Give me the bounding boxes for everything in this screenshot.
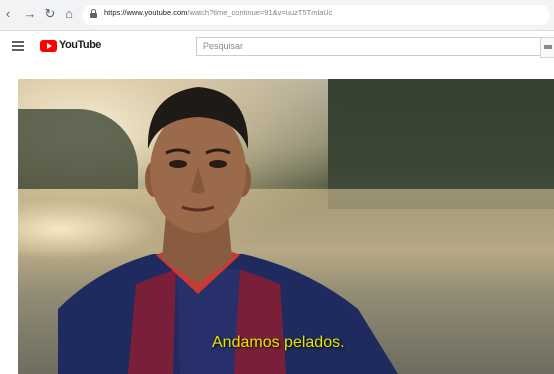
video-player[interactable]: Andamos pelados. [18,79,554,374]
video-subtitle: Andamos pelados. [212,334,345,351]
youtube-play-icon [40,40,57,52]
search-input[interactable]: Pesquisar [196,37,542,56]
home-icon[interactable]: ⌂ [61,6,77,22]
search-placeholder: Pesquisar [203,41,244,51]
back-arrow-icon[interactable]: ‹ [0,6,16,22]
hamburger-menu-icon[interactable] [12,41,24,51]
lock-icon [90,9,97,18]
forward-arrow-icon[interactable]: → [22,6,38,22]
youtube-logo-text: YouTube [59,39,101,51]
url-host: https://www.youtube.com [104,8,188,17]
browser-toolbar: ‹ → ↻ ⌂ https://www.youtube.com/watch?ti… [0,0,554,31]
address-bar[interactable]: https://www.youtube.com/watch?time_conti… [82,5,550,25]
reload-icon[interactable]: ↻ [42,6,58,22]
video-frame-person [58,87,398,374]
youtube-header: YouTube Pesquisar [0,31,554,61]
url-text: https://www.youtube.com/watch?time_conti… [104,8,332,17]
url-path: /watch?time_continue=91&v=uuzT5TmlaUc [187,8,333,17]
search-button[interactable] [540,37,554,58]
